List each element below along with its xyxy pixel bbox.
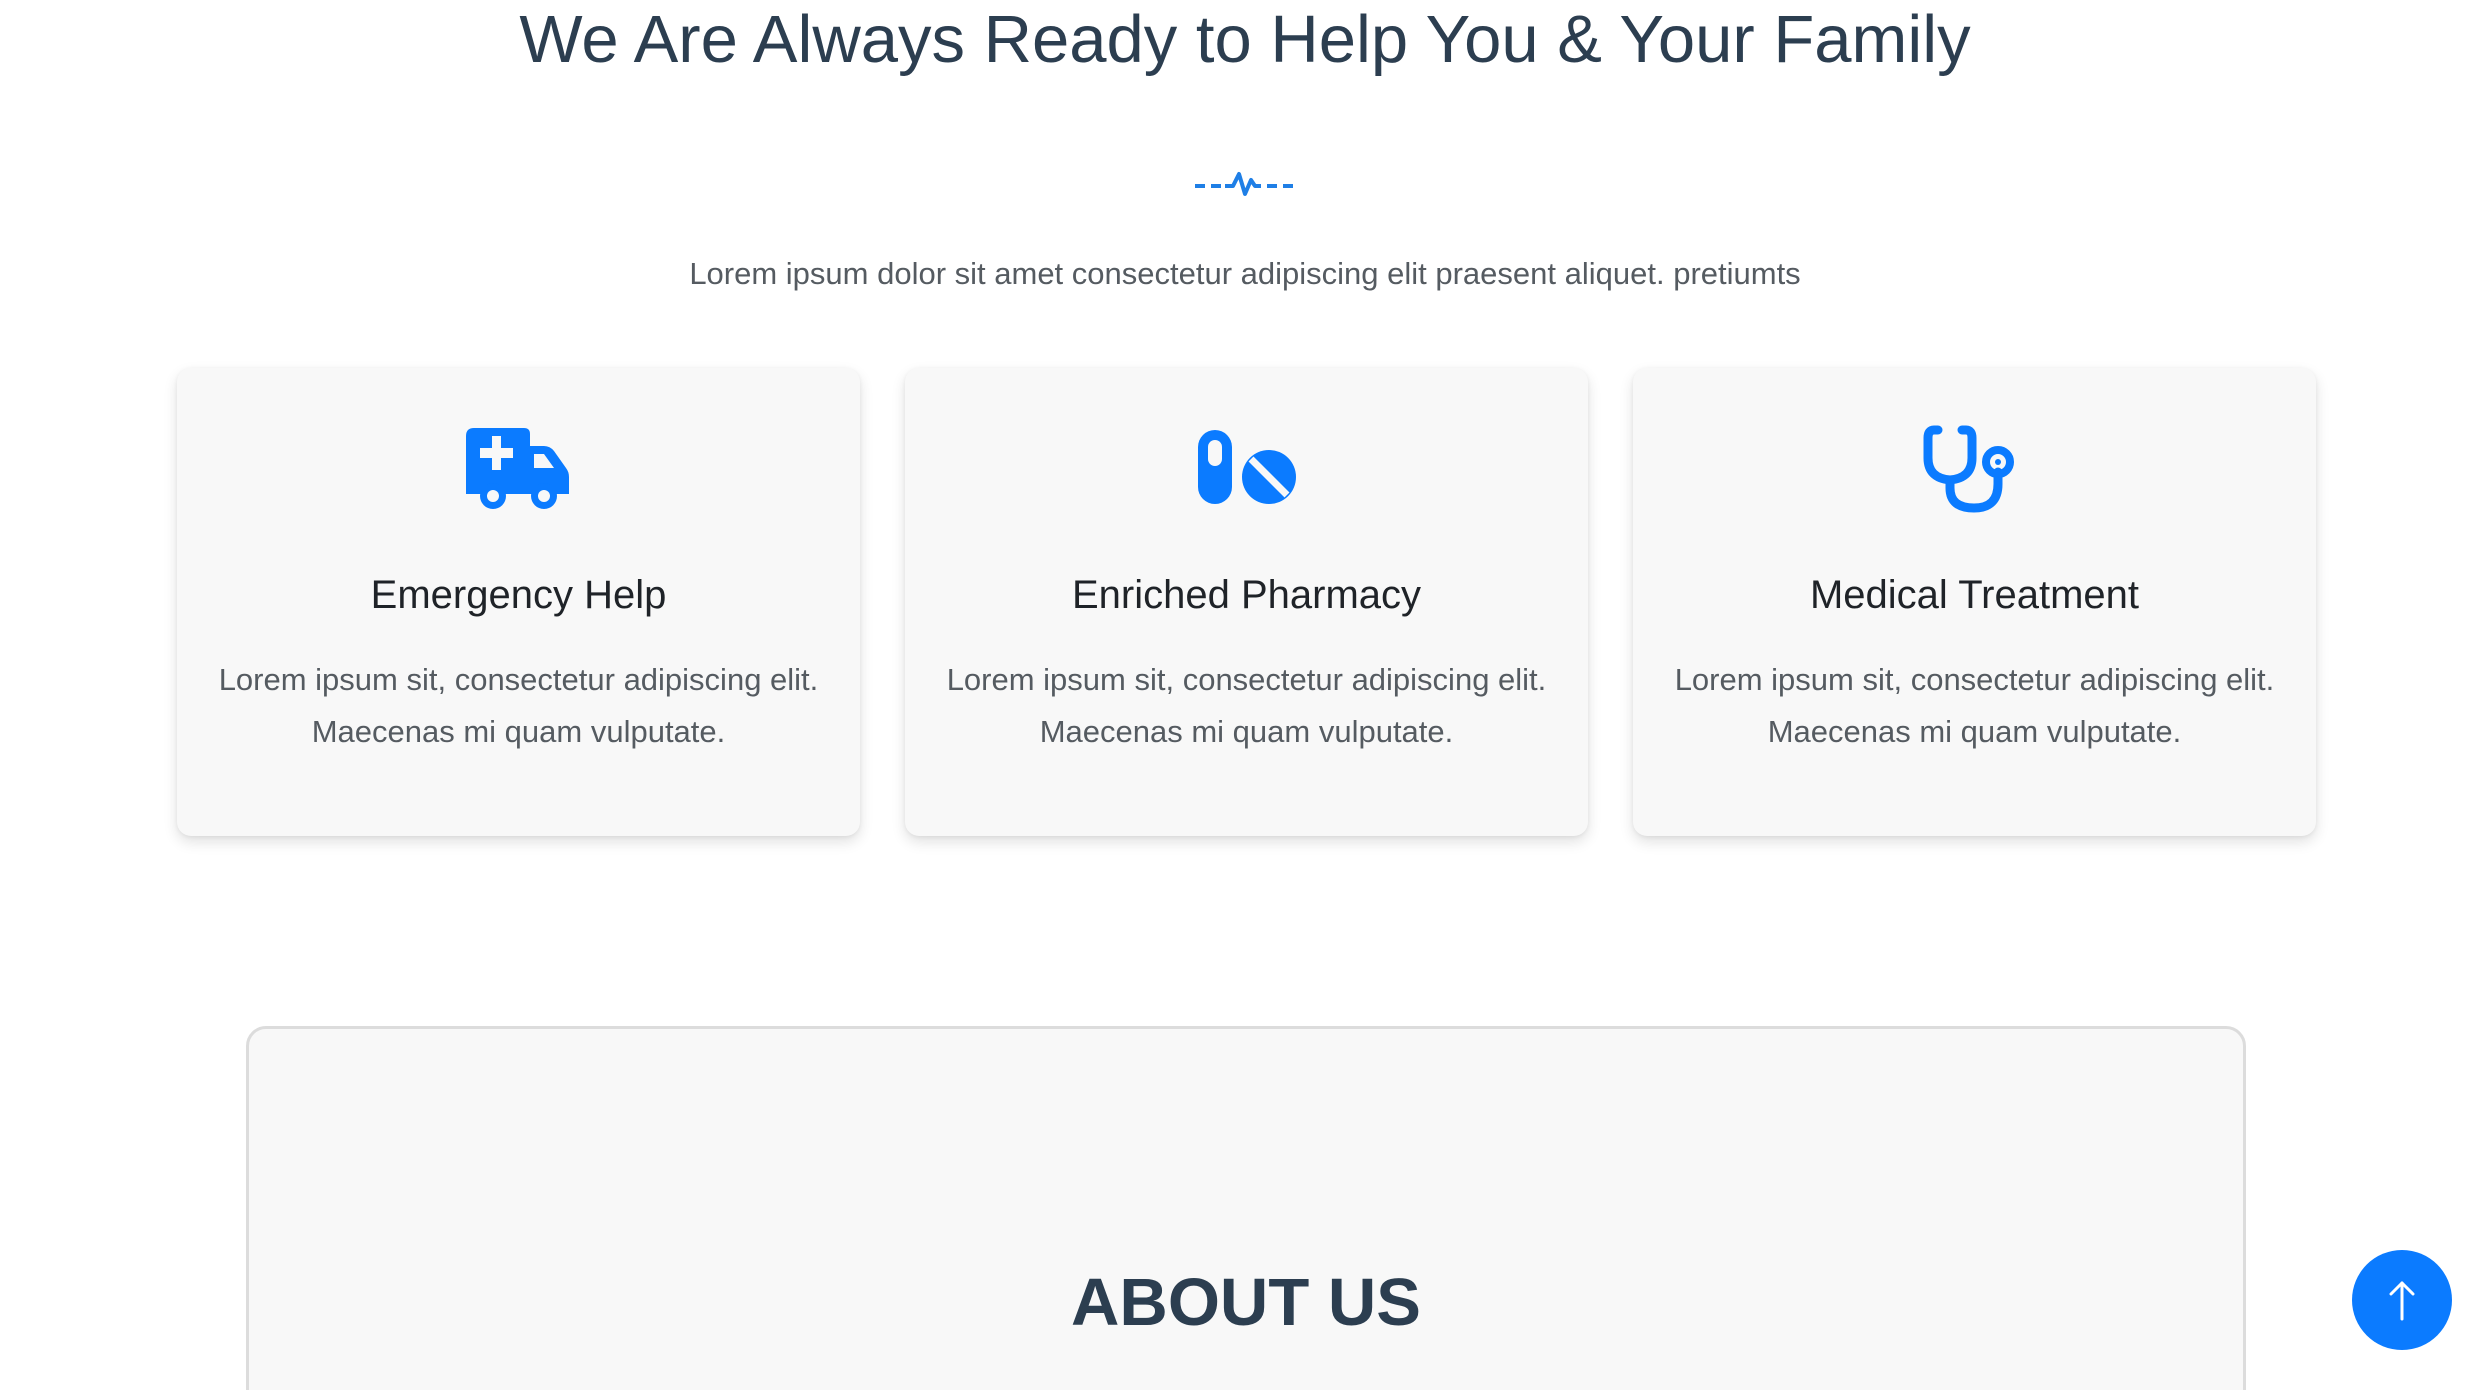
stethoscope-icon <box>1923 425 2014 513</box>
service-card-enriched-pharmacy: Enriched Pharmacy Lorem ipsum sit, conse… <box>905 368 1588 836</box>
page: We Are Always Ready to Help You & Your F… <box>0 0 2490 1390</box>
heartbeat-pulse-icon <box>1195 172 1293 196</box>
arrow-up-icon <box>2389 1281 2415 1321</box>
scroll-to-top-button[interactable] <box>2352 1250 2452 1350</box>
card-text: Lorem ipsum sit, consectetur adipiscing … <box>1674 662 2275 749</box>
section-subtitle: Lorem ipsum dolor sit amet consectetur a… <box>689 256 1801 291</box>
card-title: Emergency Help <box>370 573 667 617</box>
card-title: Enriched Pharmacy <box>1071 573 1422 617</box>
card-text: Lorem ipsum sit, consectetur adipiscing … <box>218 662 819 749</box>
service-card-medical-treatment: Medical Treatment Lorem ipsum sit, conse… <box>1633 368 2316 836</box>
section-title: We Are Always Ready to Help You & Your F… <box>519 2 1971 77</box>
about-title: ABOUT US <box>1071 1265 1421 1340</box>
pills-icon <box>1198 430 1296 504</box>
about-section: ABOUT US <box>246 1026 2246 1390</box>
ambulance-icon <box>466 428 569 509</box>
card-title: Medical Treatment <box>1809 573 2140 617</box>
card-text: Lorem ipsum sit, consectetur adipiscing … <box>946 662 1547 749</box>
service-card-emergency-help: Emergency Help Lorem ipsum sit, consecte… <box>177 368 860 836</box>
